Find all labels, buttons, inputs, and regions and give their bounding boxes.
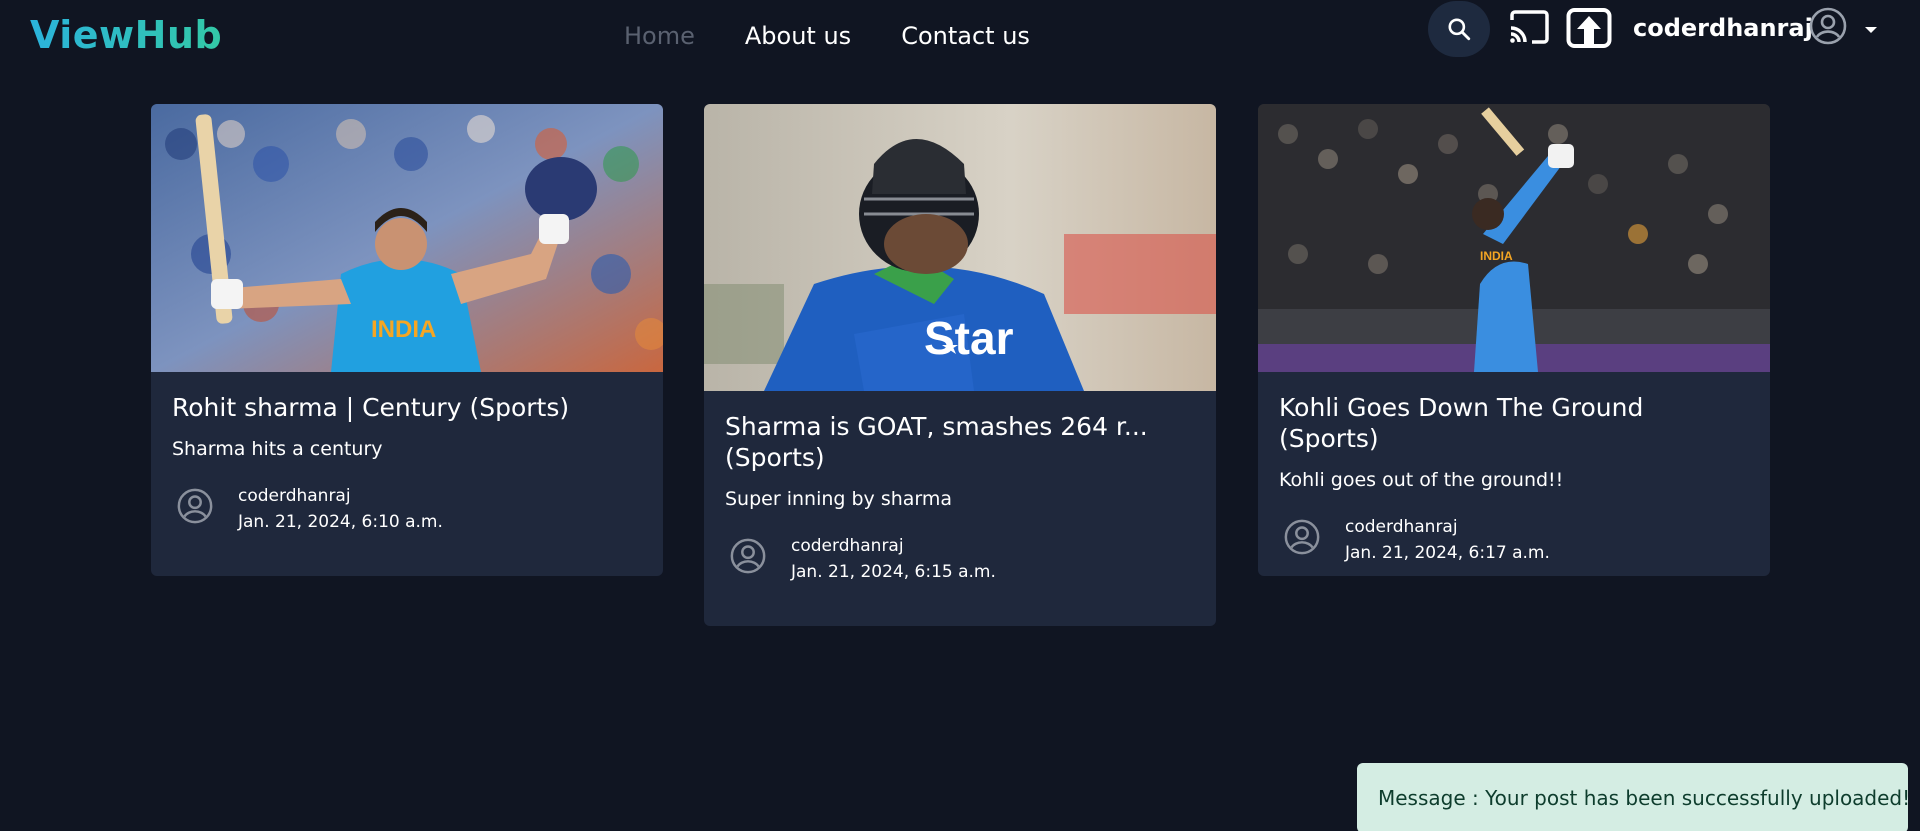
upload-button[interactable] [1566, 6, 1612, 50]
author-avatar-icon [177, 488, 213, 524]
post-title[interactable]: Sharma is GOAT, smashes 264 r... (Sports… [725, 411, 1196, 473]
navbar: ViewHub Home About us Contact us coderdh… [0, 0, 1920, 74]
cast-icon [1510, 10, 1549, 44]
svg-text:INDIA: INDIA [371, 316, 436, 343]
user-avatar-button[interactable] [1808, 6, 1848, 46]
svg-text:Star: Star [924, 312, 1014, 364]
user-avatar-icon [1809, 7, 1847, 45]
nav-username[interactable]: coderdhanraj [1633, 14, 1813, 42]
caret-down-icon[interactable] [1864, 20, 1878, 33]
post-title[interactable]: Kohli Goes Down The Ground (Sports) [1279, 392, 1750, 454]
success-toast[interactable]: Message : Your post has been successfull… [1357, 763, 1910, 831]
post-title[interactable]: Rohit sharma | Century (Sports) [172, 392, 643, 423]
post-author: coderdhanraj [791, 536, 904, 556]
search-icon [1448, 18, 1471, 41]
nav-link-contact[interactable]: Contact us [901, 22, 1030, 50]
nav-link-home[interactable]: Home [624, 22, 695, 50]
nav-link-about[interactable]: About us [745, 22, 851, 50]
author-avatar-icon [730, 538, 766, 574]
post-card-body: Rohit sharma | Century (Sports) Sharma h… [151, 372, 663, 545]
post-thumbnail[interactable]: INDIA [151, 104, 663, 372]
post-date: Jan. 21, 2024, 6:15 a.m. [791, 562, 996, 582]
post-thumbnail[interactable]: Star [704, 104, 1216, 391]
post-author: coderdhanraj [1345, 517, 1458, 537]
nav-links: Home About us Contact us [624, 22, 1030, 50]
post-description: Kohli goes out of the ground!! [1279, 469, 1564, 491]
search-button[interactable] [1428, 1, 1490, 57]
post-date: Jan. 21, 2024, 6:10 a.m. [238, 512, 443, 532]
post-meta: coderdhanraj Jan. 21, 2024, 6:17 a.m. [1279, 516, 1750, 576]
cast-button[interactable] [1506, 8, 1552, 48]
post-description: Sharma hits a century [172, 438, 383, 460]
post-date: Jan. 21, 2024, 6:17 a.m. [1345, 543, 1550, 563]
post-author: coderdhanraj [238, 486, 351, 506]
post-card-body: Sharma is GOAT, smashes 264 r... (Sports… [704, 391, 1216, 595]
post-card[interactable]: Star Sharma is GOAT, smashes 264 r... (S… [704, 104, 1216, 626]
upload-icon [1566, 8, 1612, 48]
post-card-body: Kohli Goes Down The Ground (Sports) Kohl… [1258, 372, 1770, 576]
page: ViewHub Home About us Contact us coderdh… [0, 0, 1920, 831]
brand-logo[interactable]: ViewHub [30, 13, 222, 57]
post-card[interactable]: INDIA Rohit sharma | Century (Sports) Sh… [151, 104, 663, 576]
post-meta: coderdhanraj Jan. 21, 2024, 6:15 a.m. [725, 535, 1196, 595]
post-meta: coderdhanraj Jan. 21, 2024, 6:10 a.m. [172, 485, 643, 545]
post-description: Super inning by sharma [725, 488, 953, 510]
author-avatar-icon [1284, 519, 1320, 555]
post-card[interactable]: INDIA Kohli Goes Down The Ground (Sports… [1258, 104, 1770, 576]
svg-text:INDIA: INDIA [1480, 249, 1513, 263]
post-thumbnail[interactable]: INDIA [1258, 104, 1770, 372]
